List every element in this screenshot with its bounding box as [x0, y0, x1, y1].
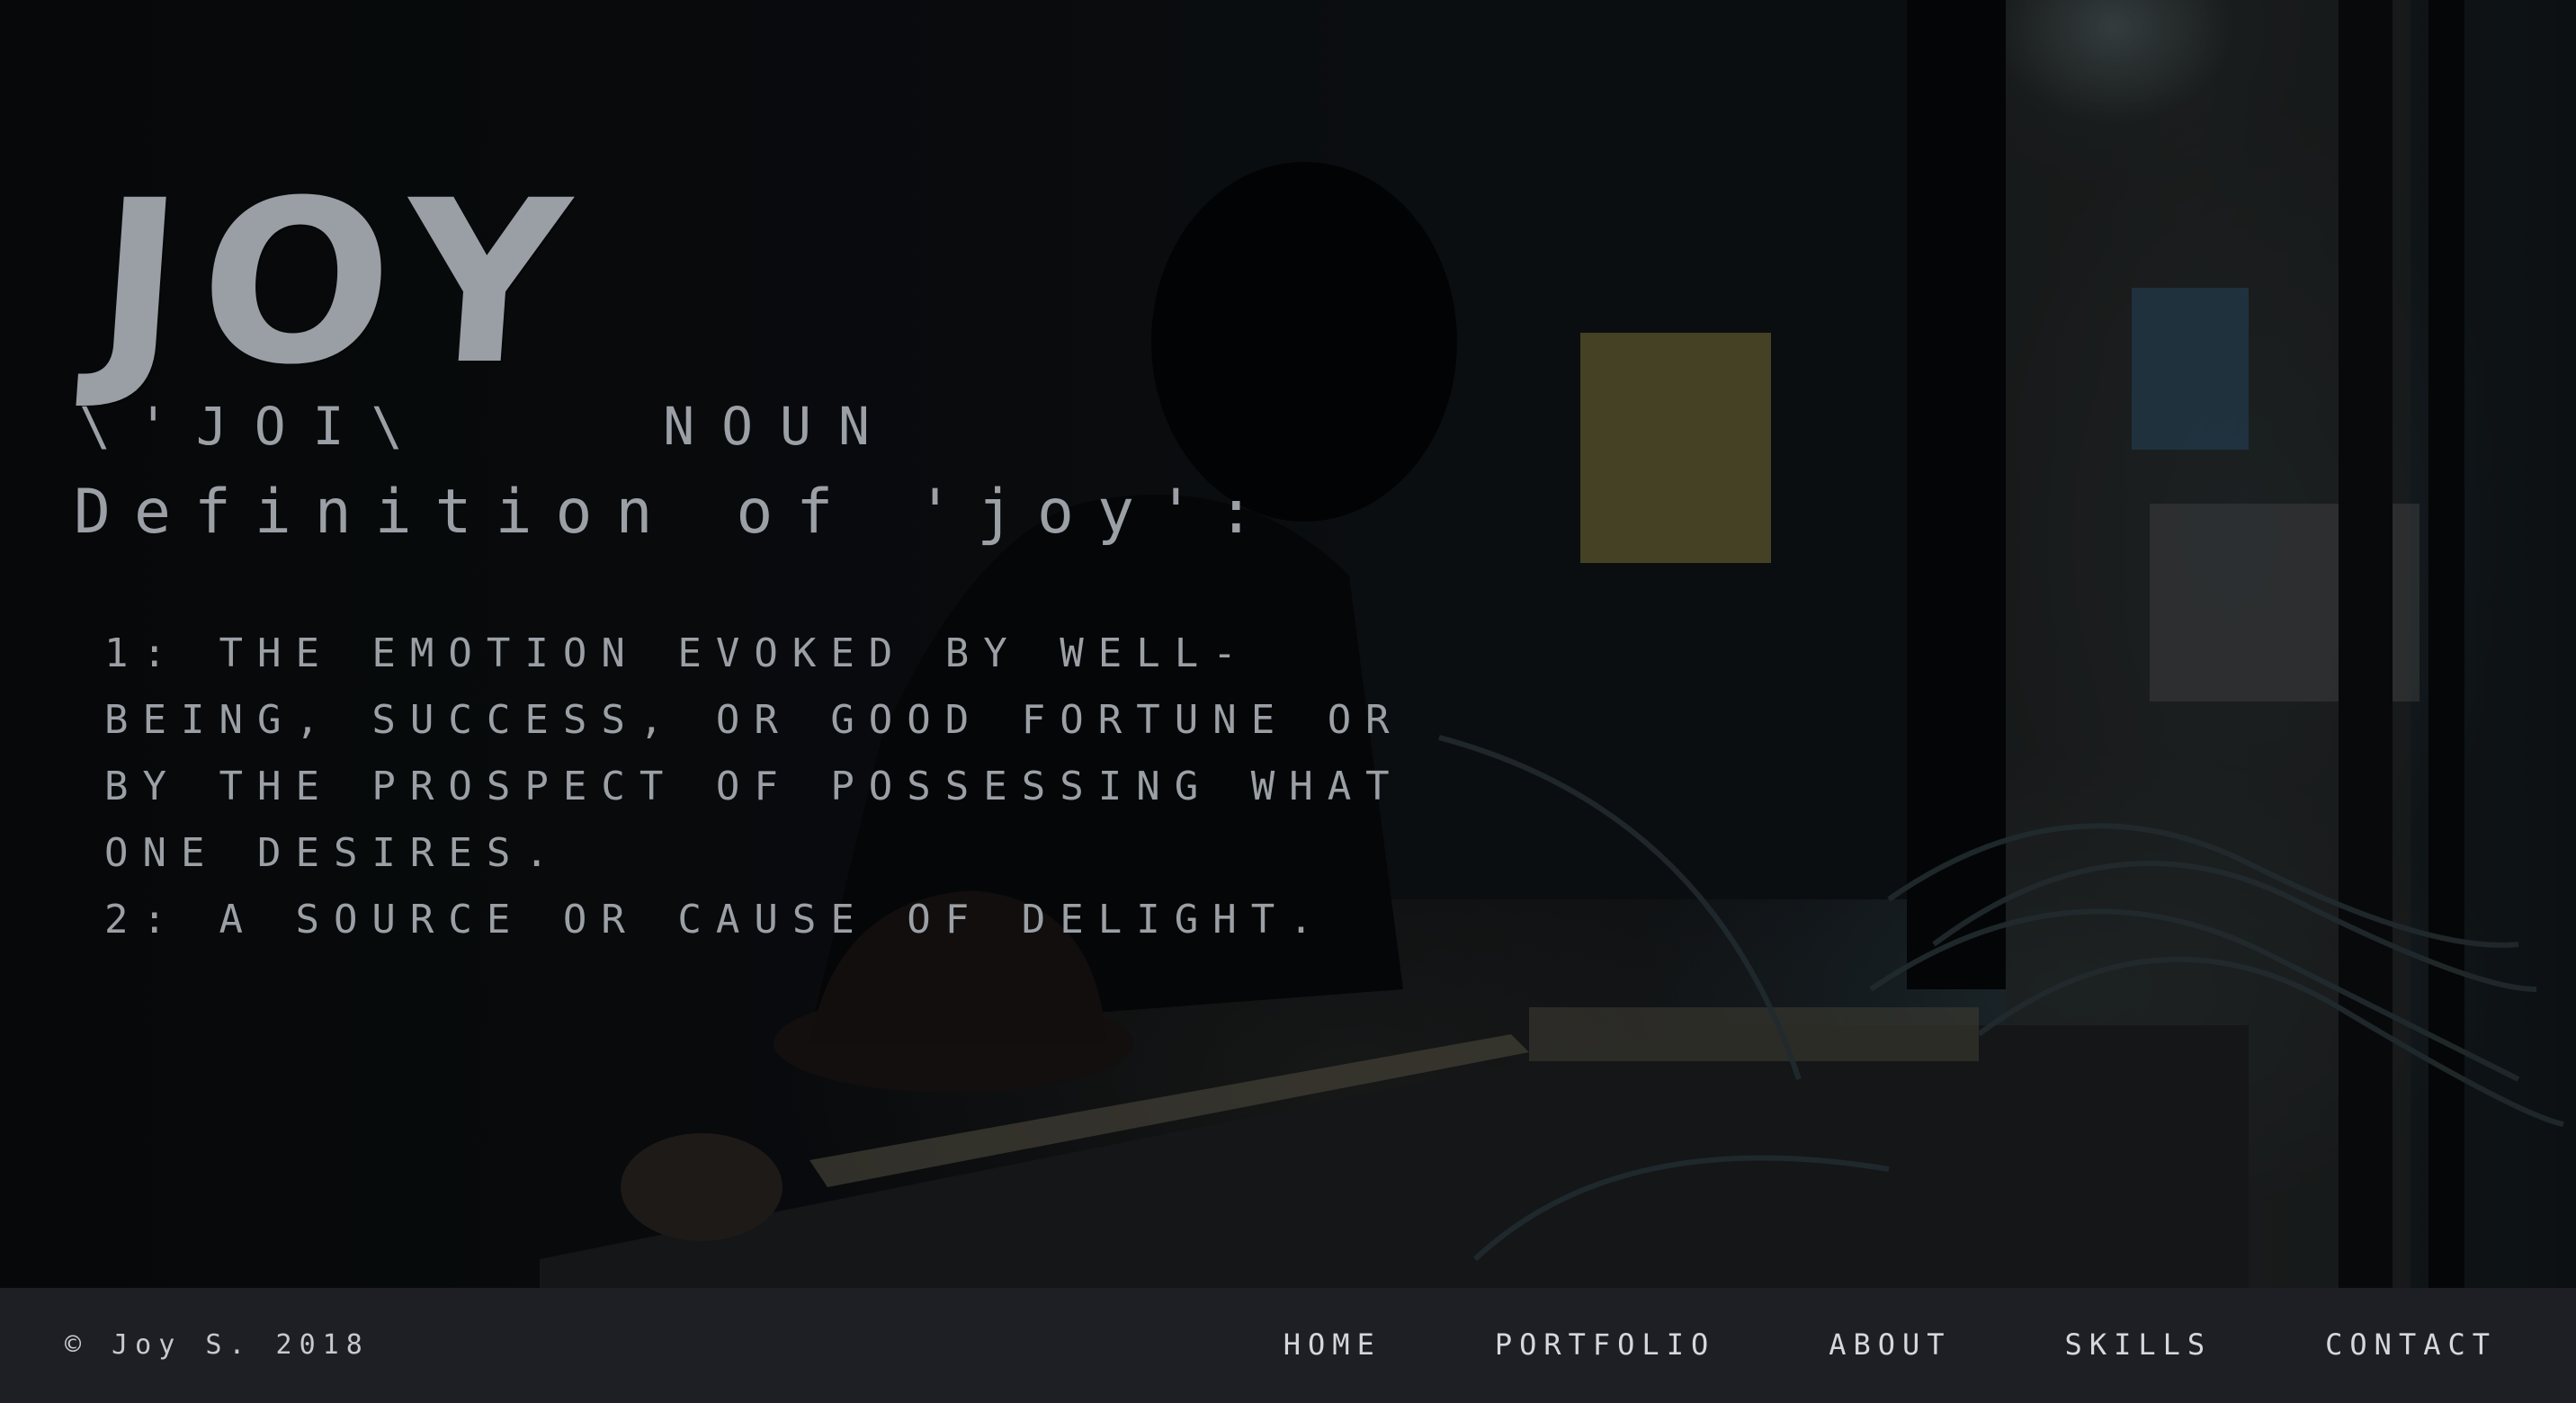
part-of-speech: NOUN — [663, 396, 897, 457]
definition-heading: Definition of 'joy': — [74, 477, 1278, 548]
pronunciation: \'JOI\ NOUN — [79, 396, 897, 457]
nav-link-about[interactable]: About — [1829, 1324, 1951, 1365]
nav-link-home[interactable]: Home — [1284, 1324, 1382, 1365]
footer-nav: Home Portfolio About Skills Contact — [1284, 1324, 2497, 1365]
nav-link-contact[interactable]: Contact — [2325, 1324, 2497, 1365]
nav-link-skills[interactable]: Skills — [2065, 1324, 2213, 1365]
footer: © Joy S. 2018 Home Portfolio About Skill… — [0, 1288, 2576, 1403]
definition-item: 1: the emotion evoked by well-being, suc… — [104, 630, 1404, 876]
page: JOY \'JOI\ NOUN Definition of 'joy': 1: … — [0, 0, 2576, 1403]
copyright-text: © Joy S. 2018 — [65, 1329, 370, 1361]
definition-list: 1: the emotion evoked by well-being, suc… — [104, 621, 1418, 953]
pronunciation-text: \'JOI\ — [79, 396, 430, 457]
page-title: JOY — [87, 152, 595, 414]
definition-item: 2: a source or cause of delight. — [104, 897, 1328, 943]
nav-link-portfolio[interactable]: Portfolio — [1495, 1324, 1715, 1365]
